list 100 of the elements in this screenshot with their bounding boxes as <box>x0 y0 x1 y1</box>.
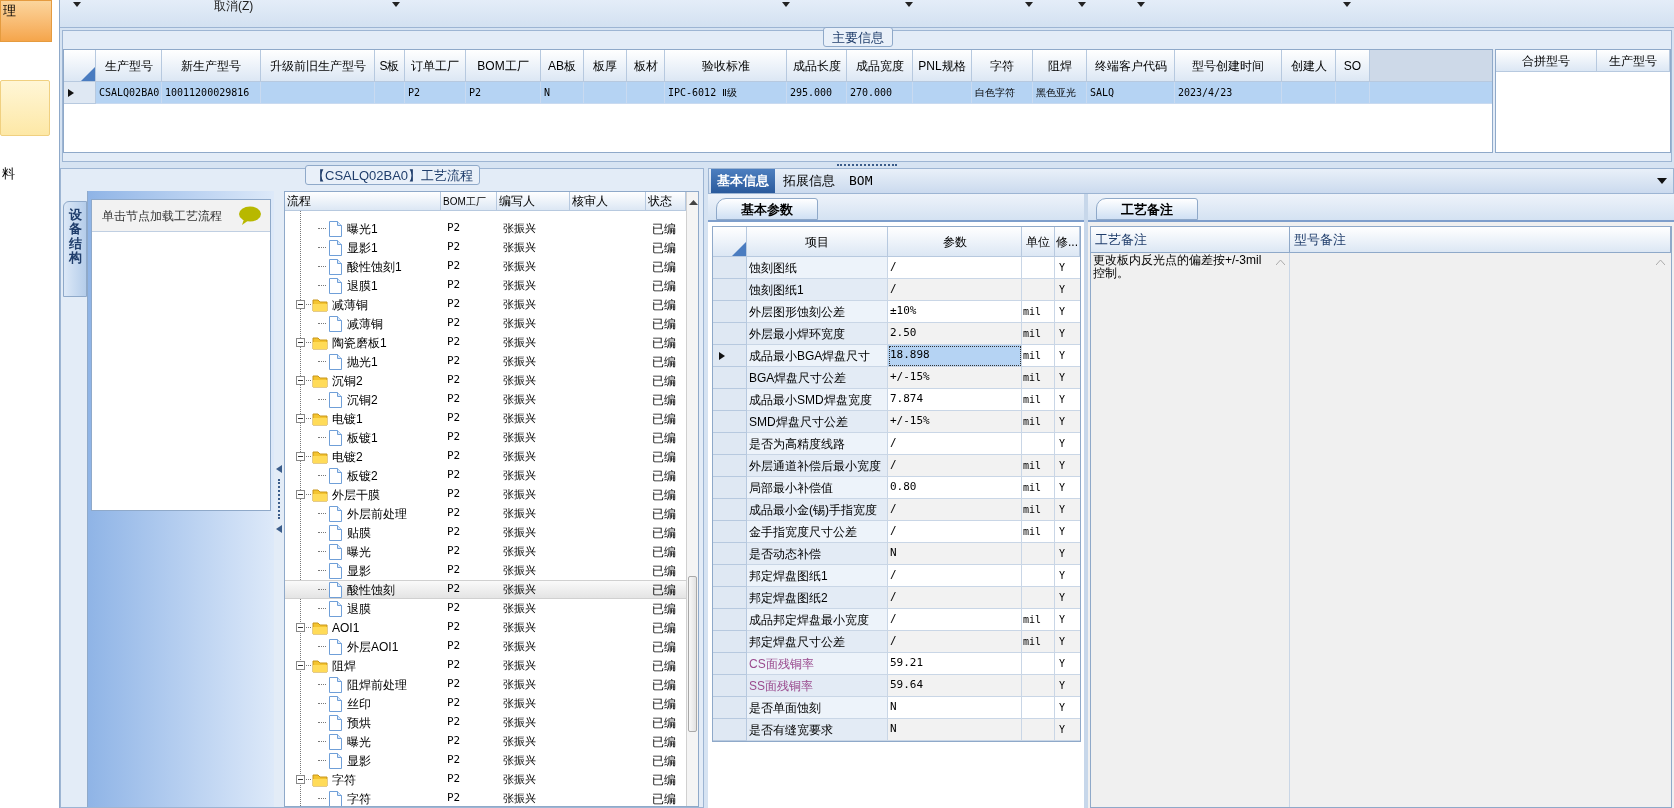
tree-row[interactable]: 板镀2 P2 张振兴 已编 <box>285 466 686 485</box>
collapse-icon[interactable] <box>296 376 305 385</box>
tree-row[interactable]: 预烘 P2 张振兴 已编 <box>285 713 686 732</box>
collapse-icon[interactable] <box>296 300 305 309</box>
tab[interactable]: 工艺备注 <box>1096 198 1198 220</box>
column-header[interactable]: 板材 <box>627 50 665 82</box>
column-header[interactable]: 字符 <box>972 50 1033 82</box>
collapse-arrow-icon[interactable] <box>276 525 282 533</box>
toolbar-label[interactable]: 取消(Z) <box>214 0 254 12</box>
column-header[interactable]: 编写人 <box>497 192 570 210</box>
column-header[interactable]: AB板 <box>541 50 584 82</box>
tab[interactable]: BOM <box>843 169 879 193</box>
tree-row[interactable]: 外层前处理 P2 张振兴 已编 <box>285 504 686 523</box>
collapse-icon[interactable] <box>296 490 305 499</box>
header-corner[interactable] <box>64 50 96 82</box>
tree-row[interactable]: 显影1 P2 张振兴 已编 <box>285 238 686 257</box>
tree-row[interactable]: 退膜1 P2 张振兴 已编 <box>285 276 686 295</box>
column-header[interactable]: 阻焊 <box>1033 50 1087 82</box>
collapse-icon[interactable] <box>296 414 305 423</box>
tree-row[interactable]: 酸性蚀刻1 P2 张振兴 已编 <box>285 257 686 276</box>
tree-row[interactable]: 沉铜2 P2 张振兴 已编 <box>285 371 686 390</box>
caret-icon[interactable] <box>905 2 913 7</box>
column-header[interactable]: 创建人 <box>1282 50 1336 82</box>
row-header[interactable] <box>64 82 96 104</box>
column-header[interactable]: 成品宽度 <box>847 50 913 82</box>
scrollbar[interactable] <box>686 192 698 806</box>
tree-row[interactable]: 沉铜2 P2 张振兴 已编 <box>285 390 686 409</box>
scroll-up-icon[interactable] <box>689 199 698 205</box>
sort-corner-icon[interactable] <box>81 67 95 81</box>
caret-icon[interactable] <box>1025 2 1033 7</box>
column-header[interactable]: 订单工厂 <box>405 50 466 82</box>
nav-item[interactable]: 理 <box>0 0 52 42</box>
tree-row[interactable]: 贴膜 P2 张振兴 已编 <box>285 523 686 542</box>
tree-row[interactable]: 板镀1 P2 张振兴 已编 <box>285 428 686 447</box>
column-header[interactable]: 修... <box>1055 227 1080 257</box>
tree-row[interactable]: 曝光 P2 张振兴 已编 <box>285 542 686 561</box>
row-header[interactable] <box>713 345 747 367</box>
column-header[interactable]: 单位 <box>1022 227 1055 257</box>
collapse-icon[interactable] <box>296 661 305 670</box>
tree-row[interactable]: 酸性蚀刻 P2 张振兴 已编 <box>285 580 686 599</box>
tree-row[interactable]: 电镀1 P2 张振兴 已编 <box>285 409 686 428</box>
column-header[interactable]: 成品长度 <box>787 50 847 82</box>
tree-row[interactable]: 字符 P2 张振兴 已编 <box>285 789 686 806</box>
column-header[interactable]: 终端客户代码 <box>1087 50 1175 82</box>
tree-row[interactable]: AOI1 P2 张振兴 已编 <box>285 618 686 637</box>
tree-row[interactable]: 外层干膜 P2 张振兴 已编 <box>285 485 686 504</box>
sort-corner-icon[interactable] <box>732 242 746 256</box>
scrollbar-thumb[interactable] <box>688 576 697 732</box>
caret-icon[interactable] <box>1343 2 1351 7</box>
tree-row[interactable]: 陶瓷磨板1 P2 张振兴 已编 <box>285 333 686 352</box>
column-header[interactable]: S板 <box>375 50 405 82</box>
tree-row[interactable]: 阻焊 P2 张振兴 已编 <box>285 656 686 675</box>
column-header[interactable]: 型号创建时间 <box>1175 50 1282 82</box>
tree-row[interactable]: 显影 P2 张振兴 已编 <box>285 751 686 770</box>
tree-row[interactable]: 曝光 P2 张振兴 已编 <box>285 732 686 751</box>
collapse-icon[interactable] <box>296 623 305 632</box>
tree-row[interactable]: 减薄铜 P2 张振兴 已编 <box>285 295 686 314</box>
column-header[interactable]: 生产型号 <box>96 50 162 82</box>
column-header[interactable]: 板厚 <box>584 50 627 82</box>
caret-icon[interactable] <box>73 2 81 7</box>
side-tab[interactable]: 设备结构 <box>63 201 87 297</box>
tree-row[interactable]: 丝印 P2 张振兴 已编 <box>285 694 686 713</box>
column-header[interactable]: SO <box>1336 50 1370 82</box>
tree-row[interactable]: 电镀2 P2 张振兴 已编 <box>285 447 686 466</box>
caret-icon[interactable] <box>1078 2 1086 7</box>
column-header[interactable]: 流程 <box>285 192 441 210</box>
tree-row[interactable]: 减薄铜 P2 张振兴 已编 <box>285 314 686 333</box>
tab[interactable]: 基本信息 <box>711 169 775 193</box>
column-header[interactable]: 验收标准 <box>665 50 787 82</box>
column-header[interactable]: 工艺备注 <box>1091 227 1290 253</box>
column-header[interactable]: BOM工厂 <box>466 50 541 82</box>
collapse-icon[interactable] <box>296 338 305 347</box>
collapse-icon[interactable] <box>296 452 305 461</box>
column-header[interactable]: 生产型号 <box>1597 50 1670 72</box>
tree-row[interactable]: 抛光1 P2 张振兴 已编 <box>285 352 686 371</box>
tree-row[interactable]: 退膜 P2 张振兴 已编 <box>285 599 686 618</box>
column-header[interactable]: BOM工厂 <box>441 192 497 210</box>
column-header[interactable]: 核审人 <box>570 192 646 210</box>
tab[interactable]: 拓展信息 <box>777 169 841 193</box>
tree-row[interactable]: 显影 P2 张振兴 已编 <box>285 561 686 580</box>
tree-row[interactable]: 外层AOI1 P2 张振兴 已编 <box>285 637 686 656</box>
tab[interactable]: 基本参数 <box>716 198 818 220</box>
table-cell[interactable]: 18.898 <box>888 345 1022 367</box>
caret-icon[interactable] <box>782 2 790 7</box>
column-header[interactable]: 升级前旧生产型号 <box>261 50 375 82</box>
tree-row[interactable]: 阻焊前处理 P2 张振兴 已编 <box>285 675 686 694</box>
column-header[interactable]: 新生产型号 <box>162 50 261 82</box>
tree-row[interactable]: 曝光1 P2 张振兴 已编 <box>285 219 686 238</box>
dropdown-icon[interactable] <box>1657 178 1667 184</box>
caret-icon[interactable] <box>392 2 400 7</box>
collapse-icon[interactable] <box>296 775 305 784</box>
caret-icon[interactable] <box>1137 2 1145 7</box>
column-header[interactable]: 参数 <box>888 227 1022 257</box>
collapse-arrow-icon[interactable] <box>276 465 282 473</box>
column-header[interactable]: PNL规格 <box>913 50 972 82</box>
header-corner[interactable] <box>713 227 747 257</box>
tree-row[interactable]: 字符 P2 张振兴 已编 <box>285 770 686 789</box>
column-header[interactable]: 项目 <box>747 227 888 257</box>
column-header[interactable]: 型号备注 <box>1290 227 1671 253</box>
column-header[interactable]: 合拼型号 <box>1496 50 1597 72</box>
